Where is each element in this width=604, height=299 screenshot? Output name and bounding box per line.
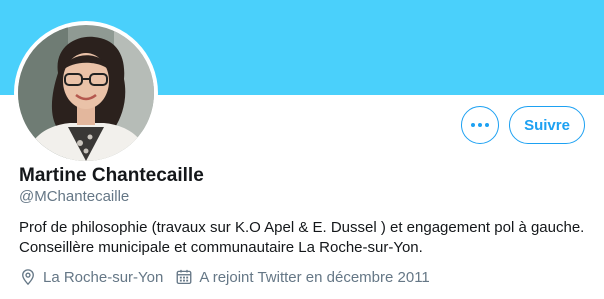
profile-meta: La Roche-sur-Yon A rejoint Twitter en dé… [19, 266, 430, 288]
more-horizontal-icon [471, 123, 489, 127]
avatar-ring [14, 21, 158, 165]
location-item: La Roche-sur-Yon [19, 268, 163, 286]
user-handle: @MChantecaille [19, 188, 130, 205]
joined-item: A rejoint Twitter en décembre 2011 [175, 268, 430, 286]
avatar-photo [18, 25, 154, 161]
location-pin-icon [22, 269, 34, 286]
bio-line: Conseillère municipale et communautaire … [19, 239, 423, 256]
joined-text: A rejoint Twitter en décembre 2011 [199, 268, 430, 286]
avatar[interactable] [18, 25, 154, 161]
bio-line: Prof de philosophie (travaux sur K.O Ape… [19, 219, 585, 236]
calendar-icon [176, 269, 192, 285]
location-text: La Roche-sur-Yon [43, 268, 164, 286]
profile-bio: Prof de philosophie (travaux sur K.O Ape… [19, 218, 599, 258]
follow-button[interactable]: Suivre [509, 106, 585, 144]
more-options-button[interactable] [461, 106, 499, 144]
display-name: Martine Chantecaille [19, 165, 204, 186]
